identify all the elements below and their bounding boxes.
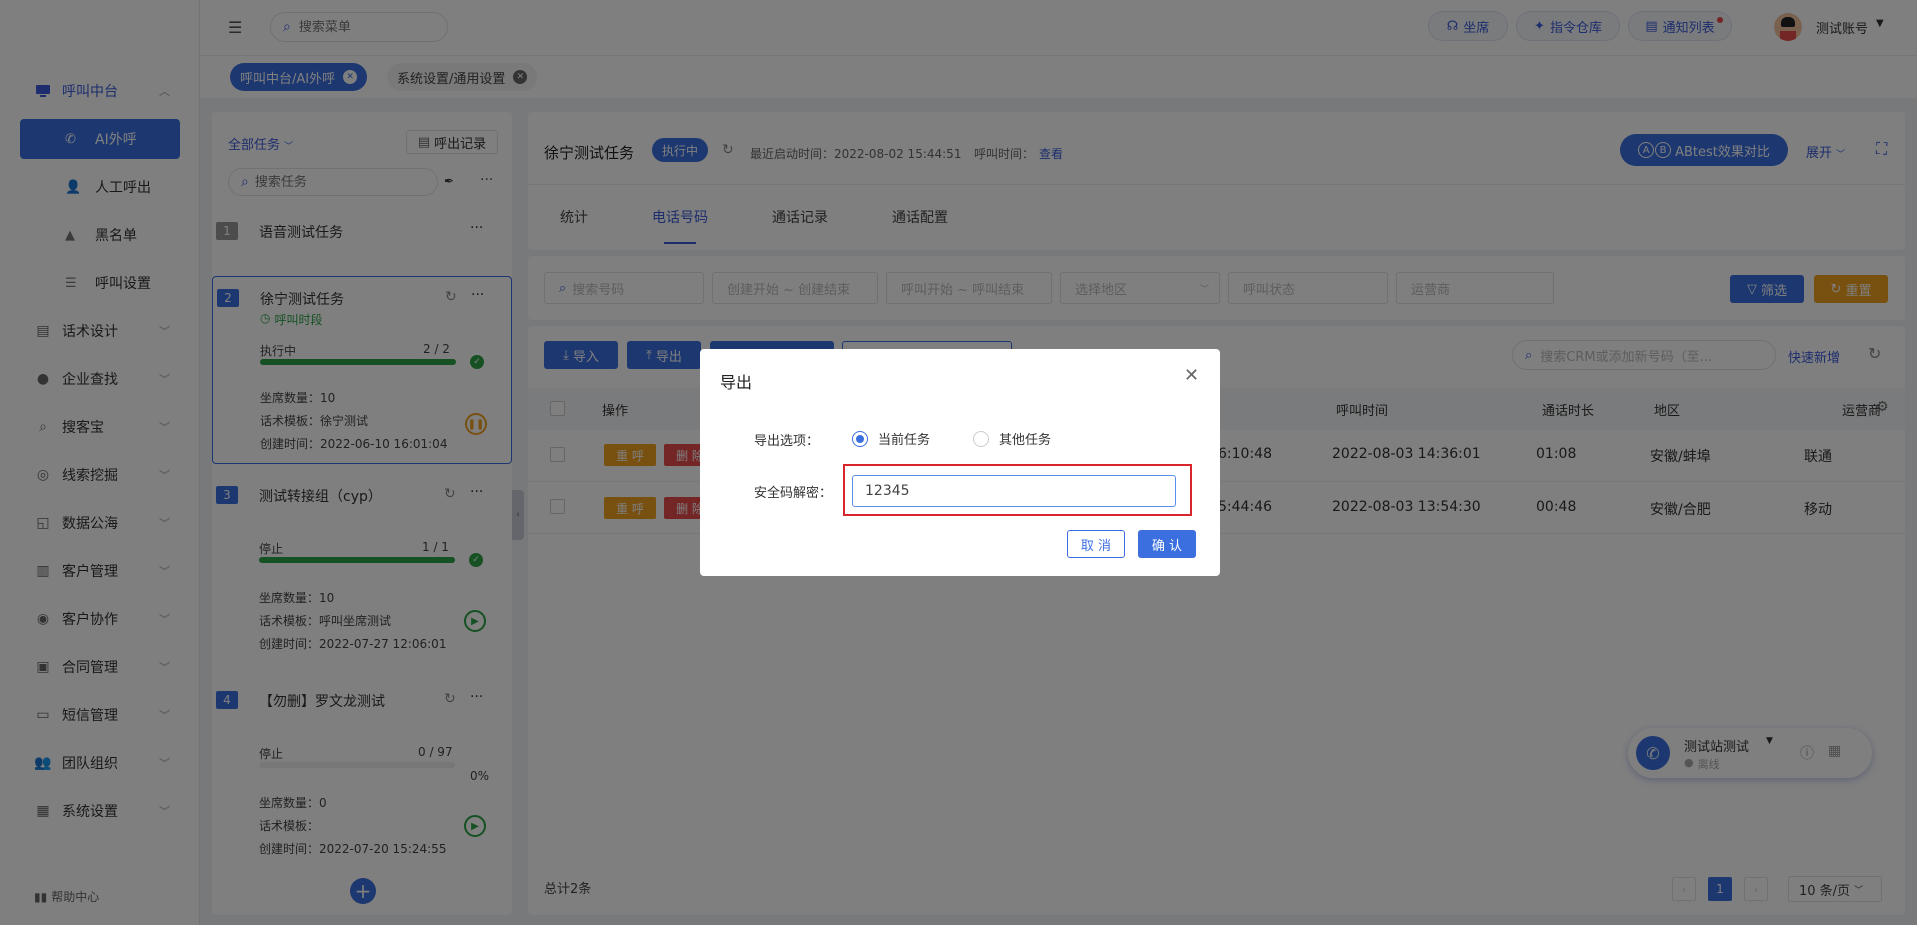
- export-option-label: 导出选项：: [754, 434, 820, 449]
- cancel-button[interactable]: 取 消: [1067, 530, 1125, 558]
- radio-checked-icon[interactable]: [852, 430, 868, 447]
- radio-unchecked-icon[interactable]: [973, 430, 989, 447]
- radio-label: 其他任务: [999, 433, 1052, 448]
- radio-other-task[interactable]: 其他任务: [973, 429, 1051, 448]
- dialog-title: 导出: [720, 373, 753, 392]
- security-code-input[interactable]: [852, 475, 1176, 507]
- radio-label: 当前任务: [878, 433, 931, 448]
- close-icon[interactable]: ✕: [1184, 365, 1199, 386]
- confirm-button[interactable]: 确 认: [1138, 530, 1196, 558]
- security-code-label: 安全码解密：: [754, 486, 833, 501]
- radio-current-task[interactable]: 当前任务: [852, 429, 930, 448]
- export-dialog: 导出 ✕ 导出选项： 当前任务 其他任务 安全码解密： 取 消 确 认: [700, 349, 1220, 576]
